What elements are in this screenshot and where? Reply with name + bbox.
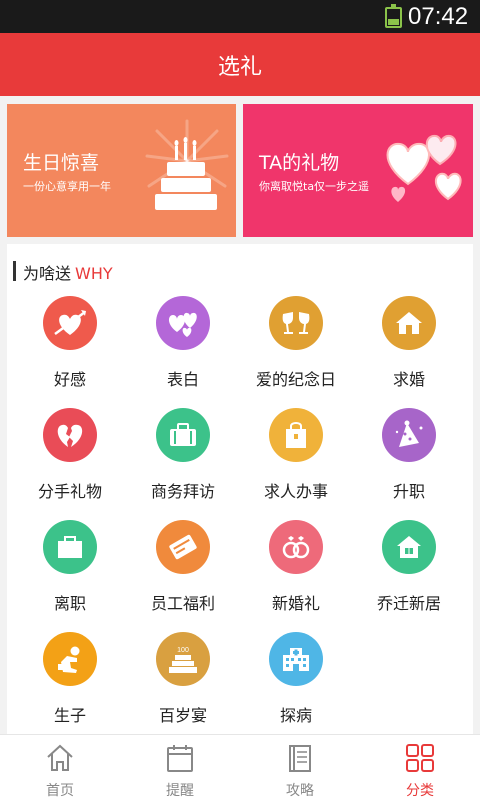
page-title: 选礼 [217,54,262,80]
occasion-item-visit-patient[interactable]: 探病 [238,632,354,742]
tab-category[interactable]: 分类 [360,735,480,800]
tab-reminder[interactable]: 提醒 [120,735,240,800]
home-icon [47,744,73,771]
occasion-item-ask-favor[interactable]: 求人办事 [238,408,354,518]
occasion-item-biaobai[interactable]: 表白 [125,296,241,406]
occasion-item-anniversary[interactable]: 爱的纪念日 [238,296,354,406]
occasion-item-wedding[interactable]: 新婚礼 [238,520,354,630]
occasion-item-promotion[interactable]: 升职 [351,408,467,518]
category-grid-icon [406,744,434,772]
tab-label: 首页 [46,783,74,799]
item-label: 升职 [392,482,425,501]
item-label: 新婚礼 [271,594,320,613]
briefcase-icon [156,408,210,462]
item-label: 百岁宴 [158,706,207,725]
tab-home[interactable]: 首页 [0,735,120,800]
occasion-item-proposal[interactable]: 求婚 [351,296,467,406]
hearts-icon [156,296,210,350]
wallet-icon [156,520,210,574]
occasion-item-hundred-day[interactable]: 100 百岁宴 [125,632,241,742]
banner-gift-for-ta[interactable]: TA的礼物 你离取悦ta仅一步之遥 [243,104,473,237]
gift-bag-icon [269,408,323,462]
tab-label: 攻略 [286,783,314,799]
header-bar: 选礼 [0,33,480,96]
item-label: 员工福利 [150,594,215,613]
rings-icon [269,520,323,574]
item-label: 求人办事 [263,482,328,501]
tab-label: 分类 [406,783,434,799]
battery-icon [385,4,402,28]
occasion-item-new-baby[interactable]: 生子 [12,632,128,742]
bottom-tab-bar: 首页 提醒 攻略 分类 [0,734,480,800]
hospital-icon [269,632,323,686]
wine-glasses-icon [269,296,323,350]
svg-text:100: 100 [177,647,189,654]
status-time: 07:42 [408,3,469,30]
calendar-icon [167,745,193,772]
broken-heart-icon [43,408,97,462]
cake-100-icon: 100 [156,632,210,686]
occasion-item-business-visit[interactable]: 商务拜访 [125,408,241,518]
item-label: 好感 [53,370,86,389]
item-label: 商务拜访 [150,482,215,501]
banner-title: 生日惊喜 [23,152,100,174]
item-label: 乔迁新居 [376,594,441,613]
occasion-item-resignation[interactable]: 离职 [12,520,128,630]
occasion-item-haogan[interactable]: 好感 [12,296,128,406]
why-section: 为啥送 WHY 好感 表白 爱的纪念日 求婚 分手礼物 商务拜访 求人办事 升职… [7,244,473,734]
section-marker [13,261,16,281]
banner-title: TA的礼物 [259,152,340,174]
banner-subtitle: 你离取悦ta仅一步之遥 [259,180,370,193]
occasion-item-breakup[interactable]: 分手礼物 [12,408,128,518]
item-label: 求婚 [392,370,425,389]
occasion-item-employee-welfare[interactable]: 员工福利 [125,520,241,630]
notebook-icon [289,745,311,772]
house-icon [382,296,436,350]
birthday-cake-icon [145,119,229,210]
occasion-item-housewarming[interactable]: 乔迁新居 [351,520,467,630]
tab-guide[interactable]: 攻略 [240,735,360,800]
item-label: 离职 [53,594,86,613]
item-label: 爱的纪念日 [255,370,336,389]
box-icon [43,520,97,574]
status-bar: 07:42 [0,0,480,33]
party-hat-icon [382,408,436,462]
banner-birthday[interactable]: 生日惊喜 一份心意享用一年 [7,104,236,237]
item-label: 生子 [53,706,86,725]
baby-icon [43,632,97,686]
item-label: 探病 [279,706,312,725]
hearts-icon [386,134,462,202]
section-title: 为啥送 WHY [23,264,113,283]
tab-label: 提醒 [166,783,194,799]
item-label: 表白 [166,370,199,389]
new-house-icon [382,520,436,574]
heart-arrow-icon [43,296,97,350]
banner-subtitle: 一份心意享用一年 [23,180,111,193]
item-label: 分手礼物 [37,482,102,501]
